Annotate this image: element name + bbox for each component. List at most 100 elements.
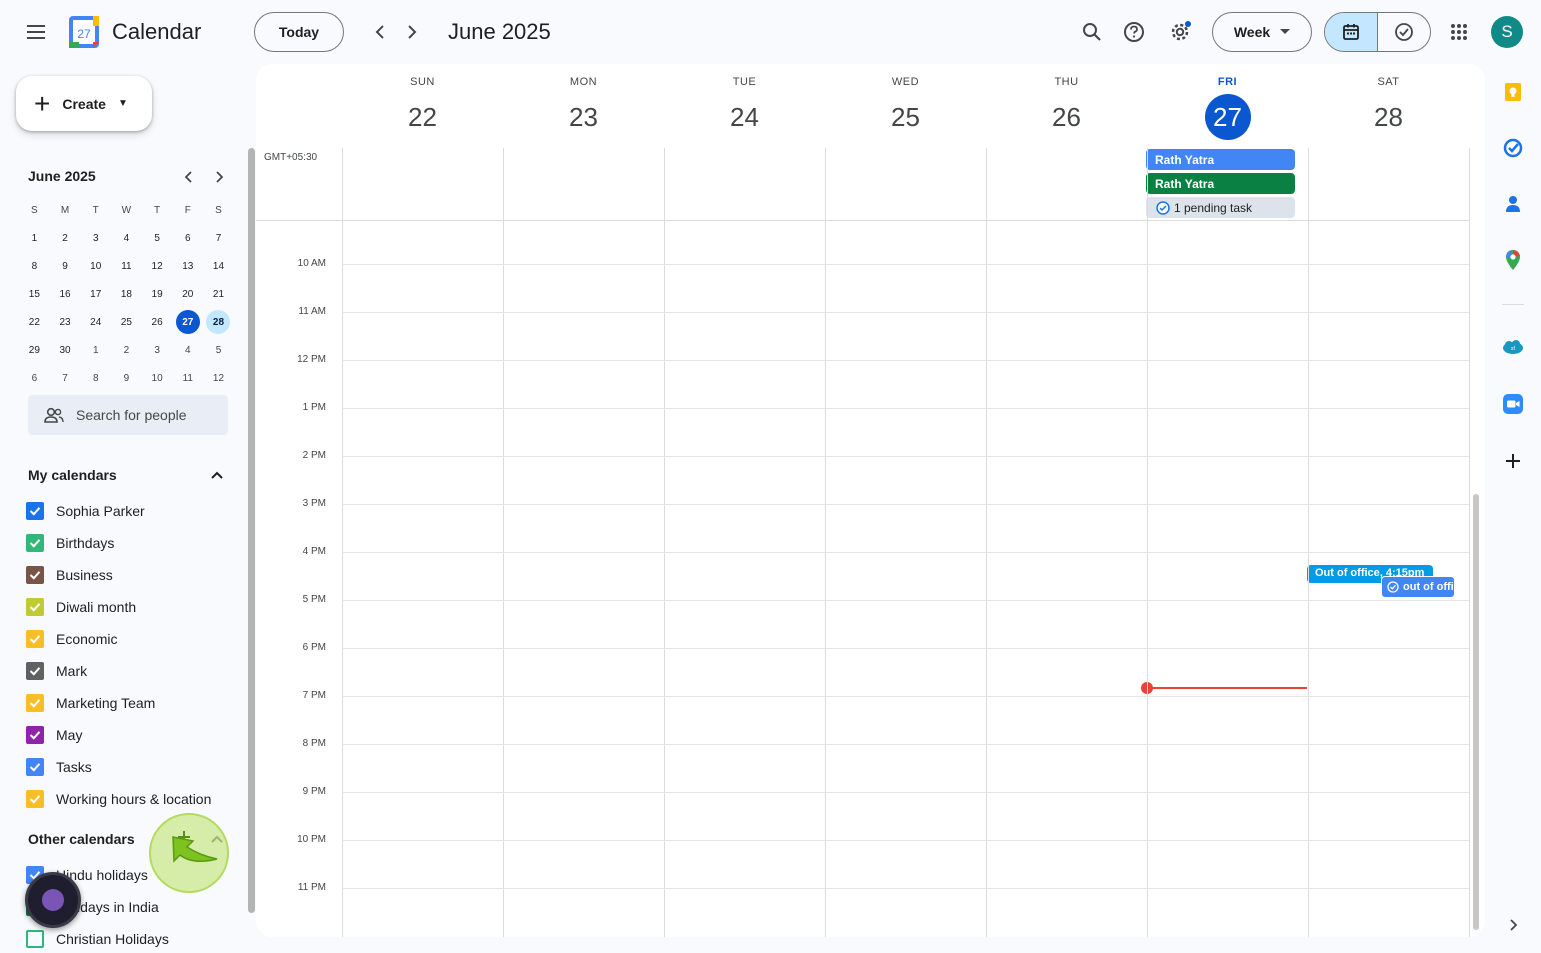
salesforce-addon-icon[interactable]: sf <box>1500 335 1526 361</box>
grid-scrollbar[interactable] <box>1473 494 1479 930</box>
create-button[interactable]: + Create ▼ <box>16 76 152 131</box>
chevron-up-icon[interactable] <box>208 466 226 484</box>
calendar-list-item[interactable]: Diwali month <box>26 595 136 619</box>
mini-day[interactable]: 29 <box>19 336 50 364</box>
checkbox-checked-icon[interactable] <box>26 630 44 648</box>
calendar-list-item[interactable]: Mark <box>26 659 87 683</box>
checkbox-checked-icon[interactable] <box>26 726 44 744</box>
day-column-header[interactable]: MON 23 <box>503 64 664 140</box>
mini-day[interactable]: 28 <box>203 308 234 336</box>
checkbox-checked-icon[interactable] <box>26 534 44 552</box>
calendar-list-item[interactable]: Christian Holidays <box>26 927 169 951</box>
mini-day[interactable]: 10 <box>142 364 173 392</box>
mini-day[interactable]: 2 <box>50 224 81 252</box>
previous-week-chevron-icon[interactable] <box>366 18 394 46</box>
mini-day[interactable]: 17 <box>80 280 111 308</box>
search-icon[interactable] <box>1076 16 1108 48</box>
mini-day[interactable]: 8 <box>19 252 50 280</box>
mini-day[interactable]: 11 <box>172 364 203 392</box>
checkbox-checked-icon[interactable] <box>26 790 44 808</box>
mini-day[interactable]: 9 <box>50 252 81 280</box>
main-menu-icon[interactable] <box>20 16 52 48</box>
checkbox-unchecked-icon[interactable] <box>26 930 44 948</box>
search-people-input[interactable]: Search for people <box>28 395 228 435</box>
mini-day[interactable]: 1 <box>80 336 111 364</box>
day-column-header[interactable]: SAT 28 <box>1308 64 1469 140</box>
mini-day[interactable]: 12 <box>203 364 234 392</box>
mini-day[interactable]: 14 <box>203 252 234 280</box>
account-avatar[interactable]: S <box>1491 16 1523 48</box>
mini-day[interactable]: 7 <box>203 224 234 252</box>
view-selector-dropdown[interactable]: Week <box>1212 12 1312 52</box>
calendar-list-item[interactable]: Marketing Team <box>26 691 155 715</box>
checkbox-checked-icon[interactable] <box>26 566 44 584</box>
checkbox-checked-icon[interactable] <box>26 758 44 776</box>
mini-day[interactable]: 4 <box>111 224 142 252</box>
checkbox-checked-icon[interactable] <box>26 502 44 520</box>
mini-day[interactable]: 12 <box>142 252 173 280</box>
my-calendars-heading[interactable]: My calendars <box>28 467 117 483</box>
day-number[interactable]: 22 <box>400 94 446 140</box>
checkbox-checked-icon[interactable] <box>26 694 44 712</box>
mini-day[interactable]: 7 <box>50 364 81 392</box>
mini-day[interactable]: 30 <box>50 336 81 364</box>
maps-icon[interactable] <box>1500 247 1526 273</box>
day-number[interactable]: 24 <box>722 94 768 140</box>
tasks-view-toggle-icon[interactable] <box>1378 13 1431 51</box>
out-of-office-task-event[interactable]: out of office <box>1381 576 1455 598</box>
day-number[interactable]: 25 <box>883 94 929 140</box>
calendar-list-item[interactable]: Tasks <box>26 755 92 779</box>
mini-next-month-chevron-icon[interactable] <box>209 167 229 187</box>
day-column-header[interactable]: TUE 24 <box>664 64 825 140</box>
checkbox-checked-icon[interactable] <box>26 598 44 616</box>
mini-day[interactable]: 23 <box>50 308 81 336</box>
next-week-chevron-icon[interactable] <box>398 18 426 46</box>
mini-day[interactable]: 15 <box>19 280 50 308</box>
calendar-list-item[interactable]: Birthdays <box>26 531 114 555</box>
calendar-list-item[interactable]: Sophia Parker <box>26 499 145 523</box>
day-column-header[interactable]: THU 26 <box>986 64 1147 140</box>
keep-icon[interactable] <box>1500 79 1526 105</box>
mini-day[interactable]: 13 <box>172 252 203 280</box>
mini-day[interactable]: 20 <box>172 280 203 308</box>
mini-day[interactable]: 19 <box>142 280 173 308</box>
sidebar-scrollbar[interactable] <box>248 148 255 913</box>
all-day-event-chip[interactable]: Rath Yatra <box>1146 149 1295 170</box>
google-apps-grid-icon[interactable] <box>1443 16 1475 48</box>
day-number[interactable]: 28 <box>1366 94 1412 140</box>
mini-day[interactable]: 4 <box>172 336 203 364</box>
mini-day[interactable]: 11 <box>111 252 142 280</box>
day-number[interactable]: 26 <box>1044 94 1090 140</box>
assistant-bubble-button[interactable] <box>25 872 81 928</box>
mini-day[interactable]: 10 <box>80 252 111 280</box>
calendar-list-item[interactable]: May <box>26 723 82 747</box>
help-icon[interactable] <box>1118 16 1150 48</box>
expand-side-panel-chevron-icon[interactable] <box>1500 912 1526 938</box>
mini-day[interactable]: 22 <box>19 308 50 336</box>
today-button[interactable]: Today <box>254 12 344 52</box>
mini-day[interactable]: 26 <box>142 308 173 336</box>
mini-day[interactable]: 27 <box>172 308 203 336</box>
mini-day[interactable]: 5 <box>142 224 173 252</box>
mini-day[interactable]: 5 <box>203 336 234 364</box>
calendar-list-item[interactable]: Business <box>26 563 113 587</box>
contacts-icon[interactable] <box>1500 191 1526 217</box>
mini-day[interactable]: 2 <box>111 336 142 364</box>
mini-day[interactable]: 3 <box>142 336 173 364</box>
mini-day[interactable]: 25 <box>111 308 142 336</box>
mini-day[interactable]: 1 <box>19 224 50 252</box>
zoom-addon-icon[interactable] <box>1500 391 1526 417</box>
mini-day[interactable]: 16 <box>50 280 81 308</box>
checkbox-checked-icon[interactable] <box>26 662 44 680</box>
calendar-list-item[interactable]: Working hours & location <box>26 787 211 811</box>
mini-day[interactable]: 6 <box>172 224 203 252</box>
other-calendars-heading[interactable]: Other calendars <box>28 831 135 847</box>
day-number[interactable]: 27 <box>1204 94 1251 140</box>
day-column-header[interactable]: FRI 27 <box>1147 64 1308 140</box>
get-addons-plus-icon[interactable] <box>1500 448 1526 474</box>
mini-day[interactable]: 6 <box>19 364 50 392</box>
mini-prev-month-chevron-icon[interactable] <box>179 167 199 187</box>
mini-day[interactable]: 21 <box>203 280 234 308</box>
tasks-icon[interactable] <box>1500 135 1526 161</box>
settings-gear-icon[interactable] <box>1164 16 1196 48</box>
